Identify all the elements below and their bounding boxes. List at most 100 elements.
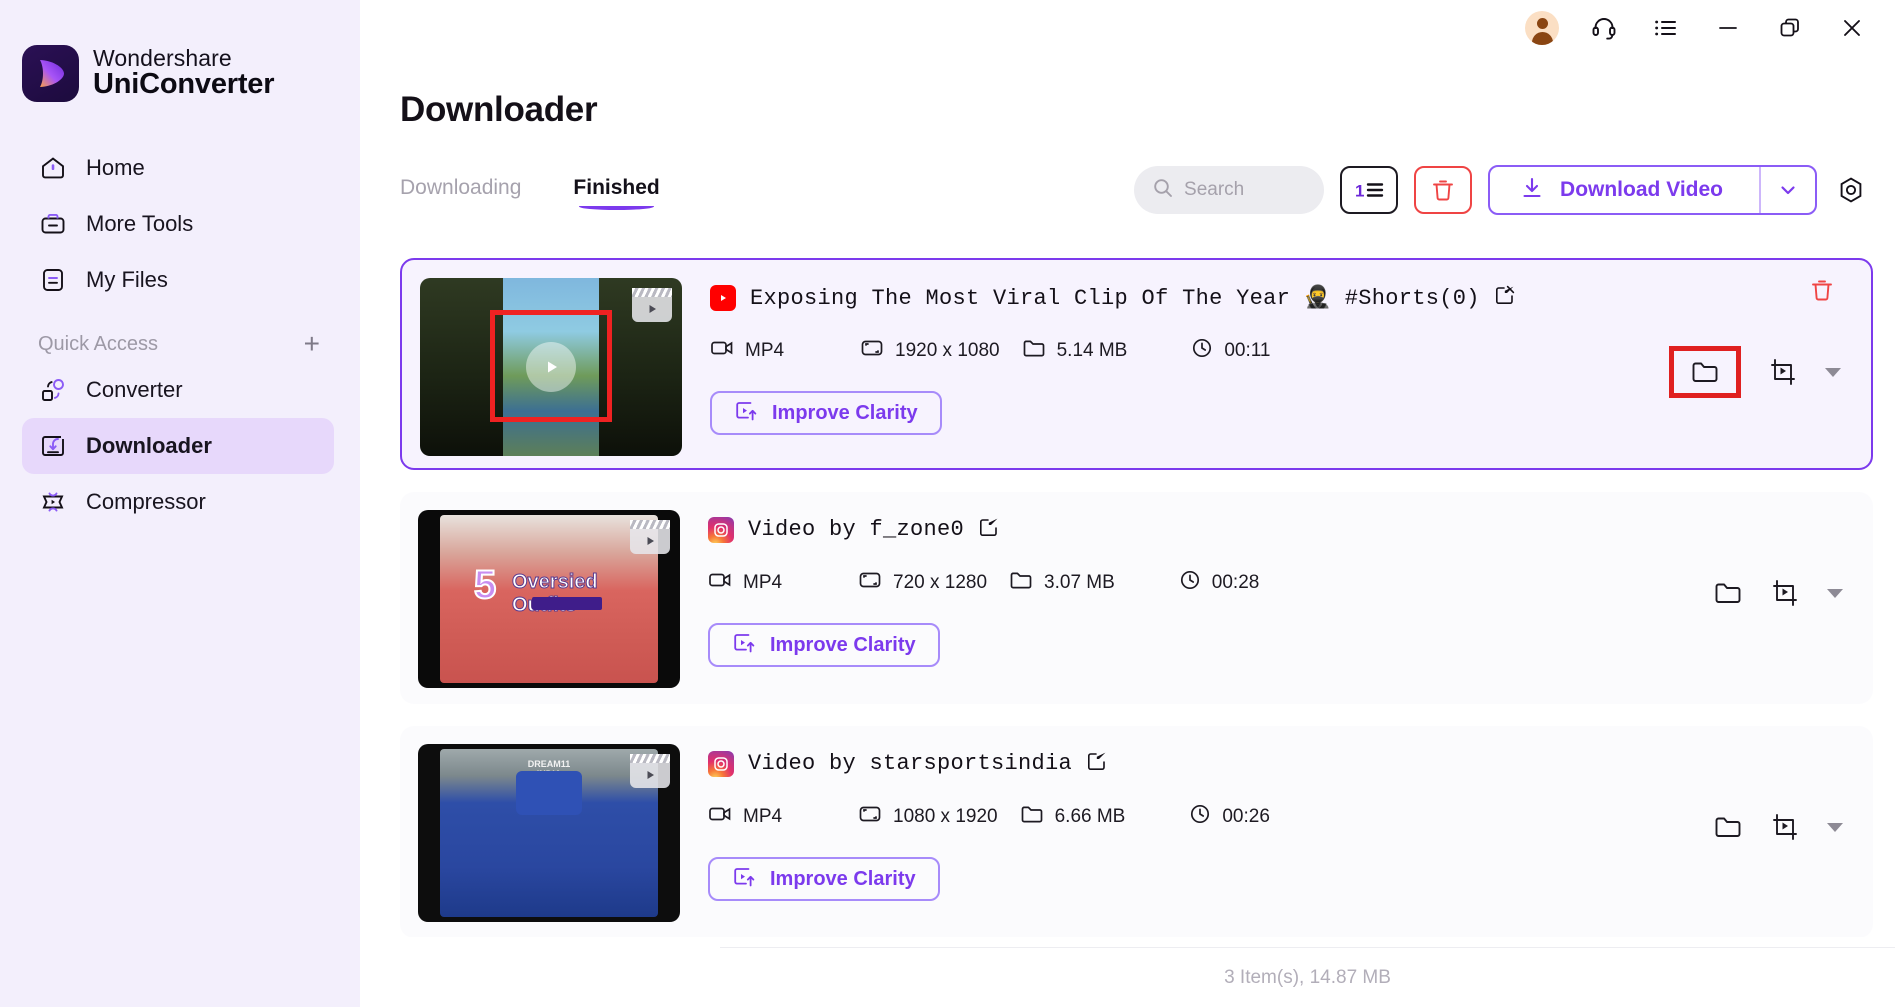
avatar-body — [1531, 32, 1553, 45]
instagram-icon — [708, 516, 734, 543]
avatar-head — [1536, 18, 1548, 29]
uniconverter-logo-icon — [22, 45, 79, 102]
improve-clarity-label: Improve Clarity — [772, 401, 918, 424]
delete-selected-button[interactable] — [1414, 166, 1473, 214]
thumbnail-text-number: 5 — [473, 562, 497, 608]
tab-label: Downloading — [400, 176, 522, 199]
minimize-icon[interactable] — [1711, 11, 1745, 45]
item-title: Exposing The Most Viral Clip Of The Year… — [750, 285, 1480, 311]
open-folder-button[interactable] — [1669, 346, 1741, 398]
edit-icon[interactable] — [978, 516, 1000, 543]
sidebar-item-compressor[interactable]: Compressor — [22, 474, 334, 530]
sidebar-item-more-tools[interactable]: More Tools — [22, 196, 334, 252]
video-thumbnail[interactable] — [420, 278, 682, 456]
tab-downloading[interactable]: Downloading — [400, 176, 521, 210]
improve-clarity-icon — [732, 631, 756, 660]
open-folder-button[interactable] — [1713, 580, 1743, 606]
resolution-icon — [858, 804, 882, 830]
convert-button[interactable] — [1767, 357, 1799, 387]
item-title-row: Video by starsportsindia — [708, 750, 1855, 777]
sidebar-item-home[interactable]: Home — [22, 140, 334, 196]
video-thumbnail[interactable]: 5 Oversied Outfits — [418, 510, 680, 688]
meta-duration: 00:11 — [1191, 337, 1271, 365]
video-type-badge-icon — [630, 520, 670, 554]
folder-icon — [1692, 362, 1718, 382]
sidebar-item-converter[interactable]: Converter — [22, 362, 334, 418]
video-thumbnail[interactable]: DREAM11INDIA — [418, 744, 680, 922]
improve-clarity-button[interactable]: Improve Clarity — [708, 623, 940, 667]
search-box[interactable] — [1134, 166, 1325, 214]
download-video-main[interactable]: Download Video — [1490, 167, 1759, 213]
sidebar-item-label: Converter — [86, 377, 183, 402]
list-menu-icon[interactable] — [1649, 11, 1683, 45]
tab-finished[interactable]: Finished — [573, 176, 660, 210]
item-title: Video by f_zone0 — [748, 517, 965, 542]
sidebar-item-downloader[interactable]: Downloader — [22, 418, 334, 474]
item-action-row — [1713, 578, 1843, 608]
improve-clarity-label: Improve Clarity — [770, 867, 916, 890]
improve-clarity-button[interactable]: Improve Clarity — [708, 857, 940, 901]
sidebar: Wondershare UniConverter Home More Tools… — [0, 0, 360, 1007]
meta-size: 6.66 MB — [1020, 804, 1126, 830]
item-action-row — [1713, 812, 1843, 842]
converter-icon — [38, 375, 68, 405]
close-icon[interactable] — [1835, 11, 1869, 45]
downloader-icon — [38, 431, 68, 461]
search-input[interactable] — [1184, 179, 1305, 201]
download-video-button[interactable]: Download Video — [1488, 165, 1817, 215]
meta-resolution-value: 1920 x 1080 — [895, 340, 1000, 361]
item-title: Video by starsportsindia — [748, 751, 1073, 776]
video-type-badge-icon — [632, 288, 672, 322]
meta-size-value: 6.66 MB — [1054, 806, 1126, 827]
folder-size-icon — [1022, 338, 1046, 364]
edit-icon[interactable] — [1494, 284, 1516, 311]
caret-down-icon[interactable] — [1827, 822, 1843, 832]
open-folder-button[interactable] — [1713, 814, 1743, 840]
plus-icon[interactable]: + — [304, 330, 320, 358]
meta-size: 5.14 MB — [1022, 338, 1127, 364]
meta-format-value: MP4 — [745, 340, 785, 361]
meta-duration-value: 00:11 — [1224, 340, 1271, 361]
headset-icon[interactable] — [1587, 11, 1621, 45]
edit-icon[interactable] — [1086, 750, 1108, 777]
video-type-badge-icon — [630, 754, 670, 788]
sidebar-item-label: Compressor — [86, 489, 206, 514]
gear-icon — [1840, 177, 1862, 203]
clock-icon — [1179, 569, 1201, 597]
convert-button[interactable] — [1769, 812, 1801, 842]
user-avatar-icon[interactable] — [1525, 11, 1559, 45]
meta-format: MP4 — [710, 338, 860, 364]
settings-button[interactable] — [1833, 172, 1869, 208]
improve-clarity-button[interactable]: Improve Clarity — [710, 391, 942, 435]
list-item[interactable]: Exposing The Most Viral Clip Of The Year… — [400, 258, 1873, 470]
tab-bar: Downloading Finished — [400, 176, 660, 210]
chevron-down-icon — [1781, 186, 1795, 195]
sidebar-item-my-files[interactable]: My Files — [22, 252, 334, 308]
caret-down-icon[interactable] — [1827, 588, 1843, 598]
tab-active-underline — [579, 203, 654, 210]
logo-play-glyph — [40, 60, 64, 87]
caret-down-icon[interactable] — [1825, 367, 1841, 377]
app-window: Wondershare UniConverter Home More Tools… — [0, 0, 1895, 1007]
main-content: Downloader Downloading Finished Search 1… — [360, 0, 1895, 1007]
restore-icon[interactable] — [1773, 11, 1807, 45]
list-item[interactable]: 5 Oversied Outfits — [400, 492, 1873, 704]
download-video-dropdown[interactable] — [1759, 167, 1815, 213]
thumbnail-text-title: Oversied Outfits — [512, 571, 599, 617]
delete-item-button[interactable] — [1809, 276, 1835, 309]
sidebar-item-label: My Files — [86, 267, 168, 292]
sidebar-item-label: Home — [86, 155, 145, 180]
quick-access-label: Quick Access — [38, 332, 159, 355]
meta-format: MP4 — [708, 804, 858, 830]
trash-icon — [1812, 280, 1832, 301]
sort-button[interactable]: 1 — [1340, 166, 1399, 214]
play-overlay-icon[interactable] — [526, 342, 576, 392]
download-list[interactable]: Exposing The Most Viral Clip Of The Year… — [400, 258, 1873, 937]
list-item[interactable]: DREAM11INDIA — [400, 726, 1873, 937]
clapper-strip — [630, 520, 670, 529]
convert-button[interactable] — [1769, 578, 1801, 608]
sidebar-item-label: More Tools — [86, 211, 194, 236]
improve-clarity-icon — [732, 865, 756, 894]
meta-format: MP4 — [708, 570, 858, 596]
download-icon — [1520, 176, 1544, 205]
